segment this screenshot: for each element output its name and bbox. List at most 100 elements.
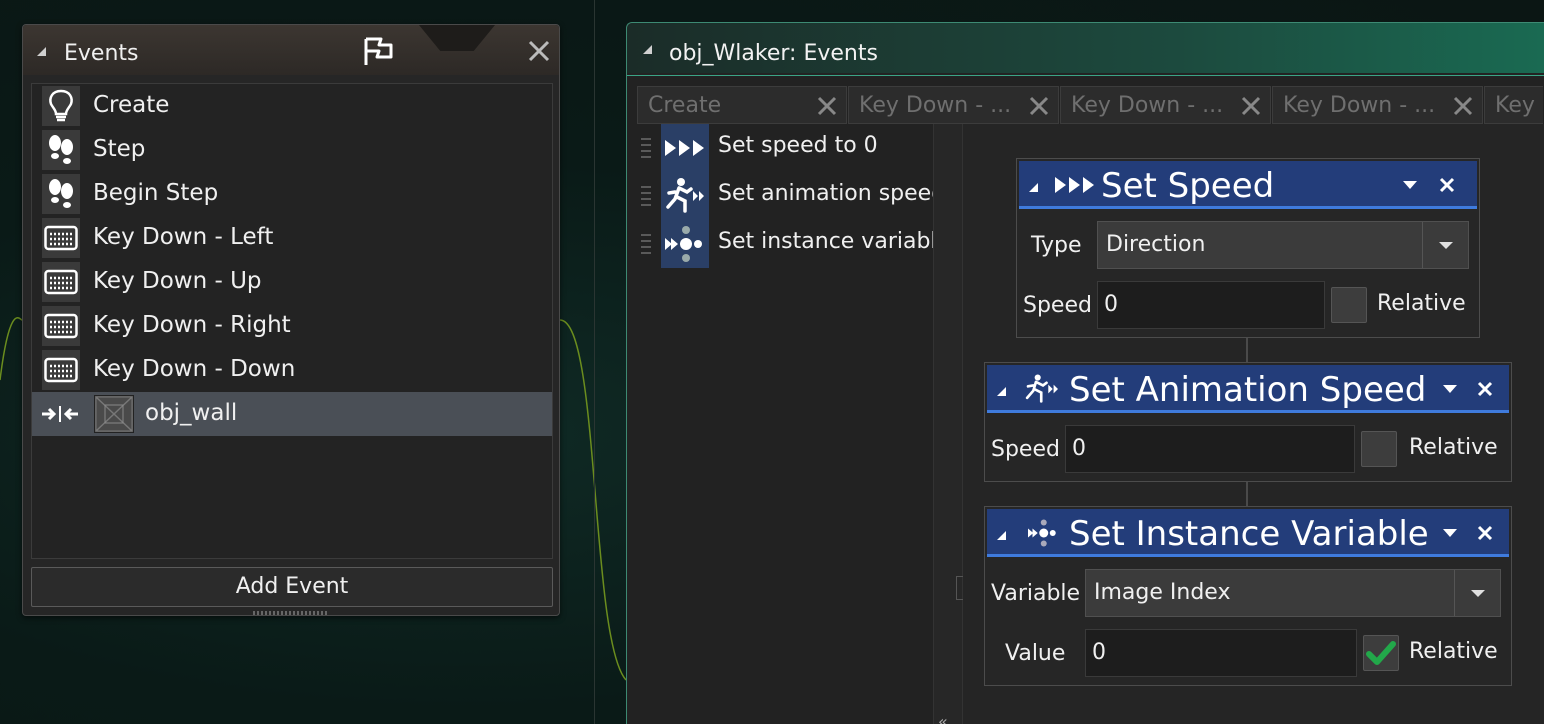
action-label: Set animation speed [718,181,935,206]
event-item-begin-step[interactable]: Begin Step [32,172,552,216]
event-item-create[interactable]: Create [32,84,552,128]
collapse-icon[interactable] [997,387,1006,396]
close-icon[interactable] [1439,177,1455,193]
event-item-key-down-down[interactable]: Key Down - Down [32,348,552,392]
object-events-title: obj_Wlaker: Events [669,41,878,66]
tab-create[interactable]: Create [637,86,847,124]
card-connector [1246,482,1248,506]
panel-splitter[interactable]: « [933,124,964,724]
chevron-down-icon[interactable] [1403,181,1417,189]
tab-key-down[interactable]: Key D [1484,86,1543,124]
keyboard-icon [42,306,80,346]
flag-icon[interactable] [361,35,395,69]
speed-input[interactable]: 0 [1097,281,1325,329]
speed-label: Speed [991,437,1060,462]
action-label: Set instance variable [718,229,935,254]
animation-speed-input[interactable]: 0 [1065,425,1355,473]
card-title: Set Animation Speed [1069,370,1427,410]
running-man-icon [1025,374,1058,403]
collision-icon [42,406,78,422]
tab-key-down[interactable]: Key Down - ... [1272,86,1483,124]
action-item-set-speed[interactable]: Set speed to 0 [635,124,935,172]
drag-handle[interactable] [641,234,651,254]
relative-label: Relative [1409,639,1498,664]
events-panel-titlebar[interactable]: Events [23,25,559,75]
event-label: Key Down - Left [93,224,274,250]
action-list: Set speed to 0 Set animation speed Set i… [635,124,935,724]
variable-select[interactable]: Image Index [1085,569,1501,617]
speed-arrows-icon [1055,177,1094,193]
collapse-icon[interactable] [997,531,1006,540]
event-item-key-down-right[interactable]: Key Down - Right [32,304,552,348]
card-title: Set Speed [1101,166,1275,206]
dropdown-arrow-icon[interactable] [1454,570,1500,616]
event-item-step[interactable]: Step [32,128,552,172]
event-item-collision-obj-wall[interactable]: obj_wall [32,392,552,436]
drag-handle[interactable] [641,186,651,206]
event-label: Begin Step [93,180,219,206]
value-label: Value [1005,641,1066,666]
tab-key-down[interactable]: Key Down - ... [848,86,1059,124]
object-events-titlebar[interactable]: obj_Wlaker: Events [627,23,1544,73]
event-label: Create [93,92,170,118]
card-connector [1246,338,1248,362]
relative-label: Relative [1377,291,1466,316]
action-item-set-animation-speed[interactable]: Set animation speed [635,172,935,220]
close-icon[interactable] [816,95,838,117]
add-event-button[interactable]: Add Event [31,567,553,607]
value-input[interactable]: 0 [1085,629,1357,677]
relative-checkbox[interactable] [1331,287,1367,323]
collapse-icon[interactable] [1029,183,1038,192]
tab-label: Key D [1495,93,1543,118]
close-icon[interactable] [1452,95,1474,117]
relative-checkbox[interactable] [1363,635,1399,671]
type-select[interactable]: Direction [1097,221,1469,269]
chevron-down-icon[interactable] [1443,385,1457,393]
tab-label: Key Down - ... [1283,93,1436,118]
tab-key-down[interactable]: Key Down - ... [1060,86,1271,124]
event-item-key-down-up[interactable]: Key Down - Up [32,260,552,304]
tab-label: Create [648,93,722,118]
drag-handle[interactable] [641,138,651,158]
set-speed-card: Set Speed Type Direction Speed 0 Relativ… [1016,158,1480,338]
close-icon[interactable] [1028,95,1050,117]
footprints-icon [42,174,80,214]
type-label: Type [1031,233,1082,258]
running-man-icon [661,172,709,220]
action-item-set-instance-variable[interactable]: Set instance variable [635,220,935,268]
events-list: Create Step Begin Step Key Down - Left K… [31,83,553,559]
set-instance-variable-card-header[interactable]: Set Instance Variable [987,509,1509,557]
collapse-icon[interactable] [37,47,46,56]
chevron-down-icon[interactable] [1443,529,1457,537]
relative-label: Relative [1409,435,1498,460]
speed-arrows-icon [661,124,709,172]
variable-select-value: Image Index [1094,580,1231,605]
relative-checkbox[interactable] [1361,431,1397,467]
close-icon[interactable] [1477,381,1493,397]
event-label: Key Down - Down [93,356,296,382]
event-label: obj_wall [145,400,238,426]
event-tabs: Create Key Down - ... Key Down - ... Key… [637,86,1543,124]
keyboard-icon [42,262,80,302]
set-animation-speed-card-header[interactable]: Set Animation Speed [987,365,1509,413]
close-icon[interactable] [527,39,551,63]
events-panel: Events Create Step Begin Step Key Down -… [22,24,560,616]
instance-variable-icon [1028,519,1056,547]
object-sprite-thumbnail [94,395,134,433]
event-item-key-down-left[interactable]: Key Down - Left [32,216,552,260]
set-speed-card-header[interactable]: Set Speed [1019,161,1477,209]
close-icon[interactable] [1477,525,1493,541]
close-icon[interactable] [1240,95,1262,117]
card-title: Set Instance Variable [1069,514,1429,554]
variable-label: Variable [991,581,1081,606]
speed-label: Speed [1023,293,1092,318]
keyboard-icon [42,218,80,258]
collapse-icon[interactable] [643,45,652,54]
tab-label: Key Down - ... [1071,93,1224,118]
resize-grip[interactable] [253,611,329,615]
workspace-divider [594,0,595,724]
dropdown-arrow-icon[interactable] [1422,222,1468,268]
lightbulb-icon [42,86,80,126]
collapse-chevron-icon[interactable]: « [938,712,948,724]
set-animation-speed-card: Set Animation Speed Speed 0 Relative [984,362,1512,482]
